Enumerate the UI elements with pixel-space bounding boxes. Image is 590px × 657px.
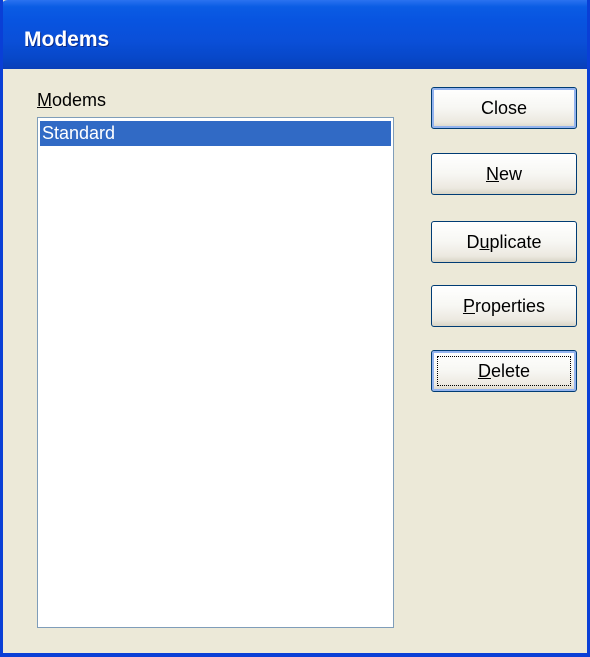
delete-button-label: Delete bbox=[477, 360, 531, 381]
new-button[interactable]: New bbox=[431, 153, 577, 195]
title-bar[interactable]: Modems bbox=[3, 0, 587, 69]
duplicate-button-label: Duplicate bbox=[466, 231, 542, 252]
list-item-standard[interactable]: Standard bbox=[40, 121, 391, 146]
delete-button[interactable]: Delete bbox=[431, 350, 577, 392]
new-button-label: New bbox=[485, 163, 522, 184]
modems-listbox[interactable]: Standard bbox=[37, 117, 394, 628]
modems-list-label: Modems bbox=[37, 90, 106, 111]
modems-dialog: Modems Modems Standard Close New Duplica… bbox=[0, 0, 590, 657]
duplicate-button[interactable]: Duplicate bbox=[431, 221, 577, 263]
properties-button-label: Properties bbox=[462, 295, 546, 316]
close-button-label: Close bbox=[480, 97, 528, 118]
window-title: Modems bbox=[24, 28, 110, 51]
close-button[interactable]: Close bbox=[431, 87, 577, 129]
properties-button[interactable]: Properties bbox=[431, 285, 577, 327]
modems-label-mnemonic: M bbox=[37, 90, 52, 110]
modems-label-text: odems bbox=[52, 90, 107, 110]
